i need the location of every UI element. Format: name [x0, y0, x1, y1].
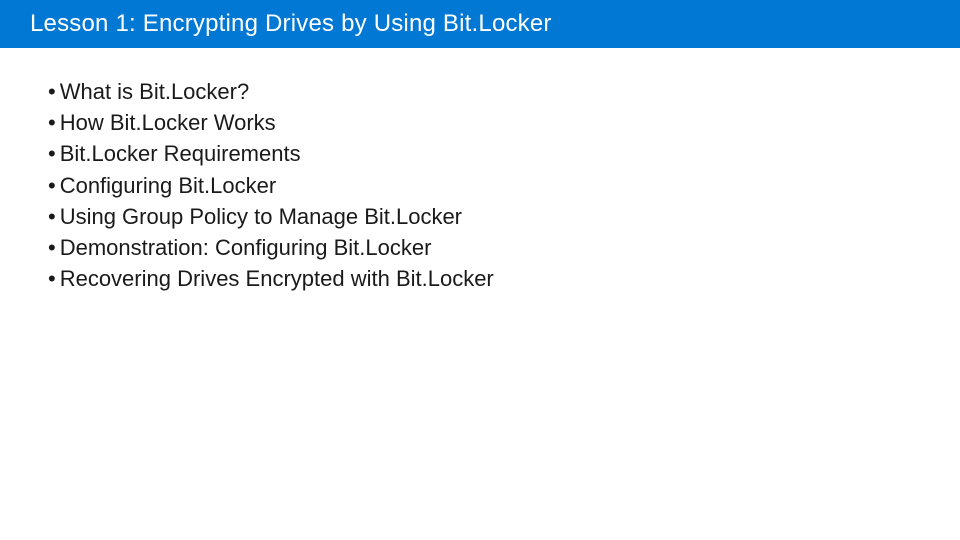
slide-title-bar: Lesson 1: Encrypting Drives by Using Bit… — [0, 0, 960, 48]
list-item: Recovering Drives Encrypted with Bit.Loc… — [48, 263, 960, 294]
slide-content: What is Bit.Locker? How Bit.Locker Works… — [0, 48, 960, 295]
list-item: Demonstration: Configuring Bit.Locker — [48, 232, 960, 263]
slide-title: Lesson 1: Encrypting Drives by Using Bit… — [30, 10, 960, 38]
list-item: How Bit.Locker Works — [48, 107, 960, 138]
list-item: Configuring Bit.Locker — [48, 170, 960, 201]
list-item: Bit.Locker Requirements — [48, 138, 960, 169]
list-item: What is Bit.Locker? — [48, 76, 960, 107]
list-item: Using Group Policy to Manage Bit.Locker — [48, 201, 960, 232]
bullet-list: What is Bit.Locker? How Bit.Locker Works… — [48, 76, 960, 295]
